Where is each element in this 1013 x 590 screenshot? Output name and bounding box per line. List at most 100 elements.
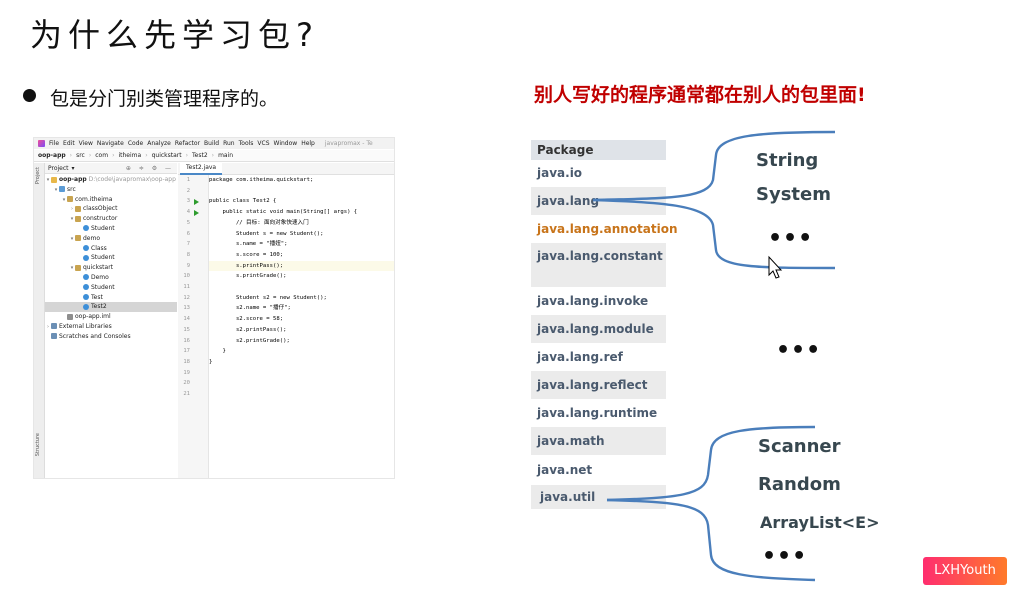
tree-item[interactable]: Test — [45, 293, 177, 303]
code-line[interactable]: s.score = 100; — [209, 250, 394, 261]
breadcrumb-item[interactable]: quickstart — [152, 152, 182, 159]
breadcrumb-item[interactable]: oop-app — [38, 152, 66, 159]
line-number: 2 — [186, 187, 190, 194]
tree-item[interactable]: Scratches and Consoles — [45, 332, 177, 342]
code-line[interactable]: // 目标: 面向对象快速入门 — [209, 218, 394, 229]
class-random: Random — [758, 474, 841, 495]
tree-item[interactable]: ▾ constructor — [45, 214, 177, 224]
package-item: java.lang — [531, 187, 666, 215]
code-line[interactable]: s.name = "播妞"; — [209, 239, 394, 250]
breadcrumb-item[interactable]: com — [95, 152, 108, 159]
chevron-down-icon[interactable]: ▾ — [72, 165, 75, 172]
project-panel-header: Project ▾ ⊕ ≑ ⚙ — — [45, 163, 177, 174]
code-line[interactable]: } — [209, 346, 394, 357]
tree-item[interactable]: Test2 — [45, 302, 177, 313]
tree-item[interactable]: ▾ com.itheima — [45, 195, 177, 205]
tree-item[interactable]: Class — [45, 244, 177, 254]
menu-build[interactable]: Build — [204, 140, 219, 147]
code-line[interactable]: Student s = new Student(); — [209, 229, 394, 240]
code-line[interactable]: Student s2 = new Student(); — [209, 293, 394, 304]
tree-item[interactable]: Student — [45, 224, 177, 234]
code-line[interactable] — [209, 378, 394, 389]
line-number: 14 — [183, 316, 190, 323]
tree-item[interactable]: › classObject — [45, 204, 177, 214]
menu-window[interactable]: Window — [274, 140, 298, 147]
code-line[interactable] — [209, 368, 394, 379]
project-side-tab[interactable]: Project — [35, 167, 41, 184]
breadcrumb-item[interactable]: itheima — [118, 152, 141, 159]
code-line[interactable] — [209, 282, 394, 293]
tree-item[interactable]: ▾ oop-app D:\code\javapromax\oop-app — [45, 175, 177, 185]
watermark-badge: LXHYouth — [923, 557, 1007, 585]
menu-vcs[interactable]: VCS — [257, 140, 269, 147]
pkg-icon — [75, 264, 81, 271]
code-line[interactable] — [209, 186, 394, 197]
package-item: java.lang.runtime — [537, 406, 658, 420]
bullet-text: 包是分门别类管理程序的。 — [50, 88, 279, 110]
code-line[interactable] — [209, 389, 394, 400]
menu-file[interactable]: File — [49, 140, 59, 147]
tree-item-label: Test — [91, 293, 103, 301]
code-line[interactable]: s2.name = "播仔"; — [209, 303, 394, 314]
package-item: java.math — [531, 427, 666, 455]
tree-item-label: Student — [91, 283, 115, 291]
code-line[interactable]: s.printGrade(); — [209, 271, 394, 282]
line-number: 1 — [186, 177, 190, 183]
cls-icon — [83, 303, 89, 310]
menu-refactor[interactable]: Refactor — [175, 140, 200, 147]
line-number: 3 — [186, 198, 190, 205]
menu-run[interactable]: Run — [223, 140, 235, 147]
tree-item-label: com.itheima — [75, 195, 113, 203]
code-line[interactable]: package com.itheima.quickstart; — [209, 175, 394, 186]
menu-tools[interactable]: Tools — [239, 140, 254, 147]
lang-more-dots: ••• — [768, 226, 814, 251]
tree-item-label: Demo — [91, 273, 109, 281]
code-line[interactable]: public class Test2 { — [209, 196, 394, 207]
package-header: Package — [531, 140, 666, 160]
menu-analyze[interactable]: Analyze — [147, 140, 171, 147]
tree-item[interactable]: Student — [45, 253, 177, 263]
ide-menubar: File Edit View Navigate Code Analyze Ref… — [34, 138, 394, 149]
line-number: 15 — [183, 326, 190, 333]
breadcrumb-item[interactable]: Test2 — [192, 152, 208, 159]
menu-view[interactable]: View — [79, 140, 93, 147]
menu-navigate[interactable]: Navigate — [97, 140, 124, 147]
package-item: java.util — [531, 485, 666, 509]
tree-item[interactable]: oop-app.iml — [45, 312, 177, 322]
tree-item-label: Test2 — [91, 303, 107, 311]
code-line[interactable]: public static void main(String[] args) { — [209, 207, 394, 218]
code-line[interactable]: s2.printPass(); — [209, 325, 394, 336]
tree-item[interactable]: ▾ quickstart — [45, 263, 177, 273]
line-number: 7 — [186, 241, 190, 248]
structure-side-tab[interactable]: Structure — [35, 433, 41, 456]
code-line[interactable]: } — [209, 357, 394, 368]
iml-icon — [67, 313, 73, 320]
line-number: 4 — [186, 209, 190, 216]
menu-help[interactable]: Help — [301, 140, 315, 147]
tree-item-label: constructor — [83, 215, 118, 223]
code-line[interactable]: s.printPass(); — [209, 260, 394, 272]
breadcrumb-item[interactable]: main — [218, 152, 233, 159]
package-item: java.lang.reflect — [531, 371, 666, 399]
code-line[interactable]: s2.score = 58; — [209, 314, 394, 325]
code-line[interactable]: s2.printGrade(); — [209, 336, 394, 347]
tree-item[interactable]: Student — [45, 283, 177, 293]
tree-item[interactable]: ▾ src — [45, 185, 177, 195]
tree-item[interactable]: Demo — [45, 273, 177, 283]
menu-code[interactable]: Code — [128, 140, 143, 147]
panel-tools-icons[interactable]: ⊕ ≑ ⚙ — — [126, 165, 177, 172]
run-icon[interactable] — [194, 198, 199, 205]
tree-item[interactable]: › External Libraries — [45, 322, 177, 332]
slide-title: 为什么先学习包? — [30, 16, 319, 54]
project-panel-label[interactable]: Project — [48, 165, 69, 172]
code-editor[interactable]: package com.itheima.quickstart; public cl… — [209, 175, 394, 478]
menu-edit[interactable]: Edit — [63, 140, 75, 147]
tab-test2-java[interactable]: Test2.java — [180, 163, 223, 175]
util-more-dots: ••• — [762, 544, 808, 569]
tree-item-label: classObject — [83, 205, 118, 213]
tool-window-strip: Project Structure — [34, 163, 45, 478]
package-item: java.io — [537, 166, 583, 180]
breadcrumb-item[interactable]: src — [76, 152, 85, 159]
run-icon[interactable] — [194, 209, 199, 216]
tree-item[interactable]: ▾ demo — [45, 234, 177, 244]
